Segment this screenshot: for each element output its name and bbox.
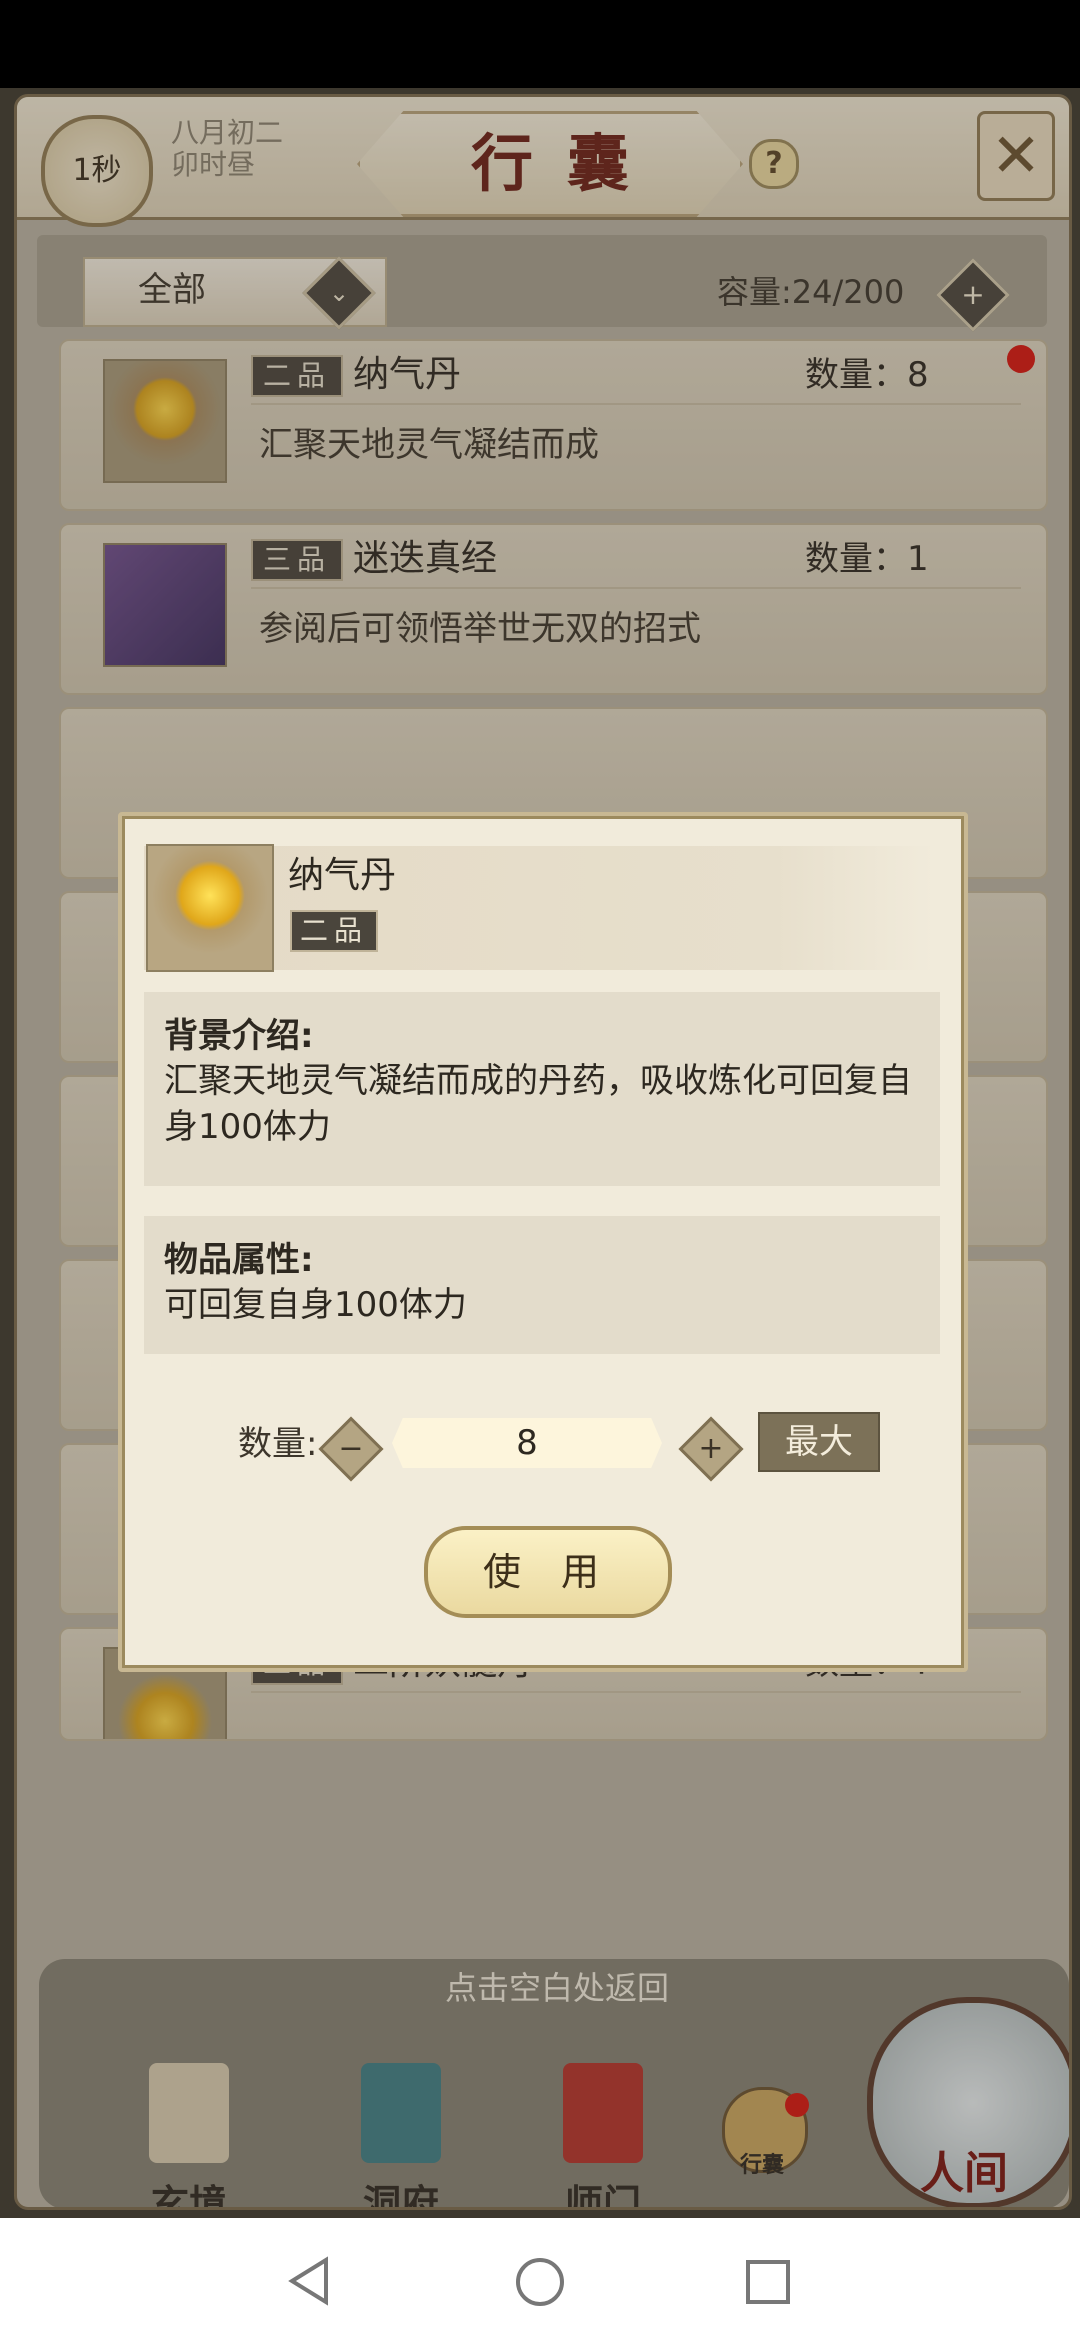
section-body: 汇聚天地灵气凝结而成的丹药，吸收炼化可回复自身100体力 (164, 1061, 912, 1147)
item-detail-dialog: 纳气丹 二品 背景介绍: 汇聚天地灵气凝结而成的丹药，吸收炼化可回复自身100体… (118, 812, 968, 1672)
home-icon[interactable] (514, 2256, 566, 2308)
back-icon[interactable] (284, 2256, 334, 2306)
section-title: 背景介绍: (164, 1016, 314, 1056)
system-nav-bar (0, 2218, 1080, 2340)
dialog-tier-badge: 二品 (290, 910, 378, 952)
quantity-input[interactable]: 8 (392, 1418, 662, 1468)
recents-icon[interactable] (744, 2258, 792, 2306)
section-body: 可回复自身100体力 (164, 1285, 467, 1325)
game-screen: 1秒 八月初二 卯时昼 行囊 ? ✕ 全部 ⌄ 容量:24/200 + 二品 纳… (0, 88, 1080, 2218)
plus-button[interactable]: + (678, 1416, 744, 1482)
background-section: 背景介绍: 汇聚天地灵气凝结而成的丹药，吸收炼化可回复自身100体力 (144, 992, 940, 1186)
section-title: 物品属性: (164, 1240, 314, 1280)
pill-icon (146, 844, 274, 972)
dialog-item-name: 纳气丹 (288, 855, 397, 896)
attributes-section: 物品属性: 可回复自身100体力 (144, 1216, 940, 1354)
use-button[interactable]: 使 用 (424, 1526, 672, 1618)
max-button[interactable]: 最大 (758, 1412, 880, 1472)
